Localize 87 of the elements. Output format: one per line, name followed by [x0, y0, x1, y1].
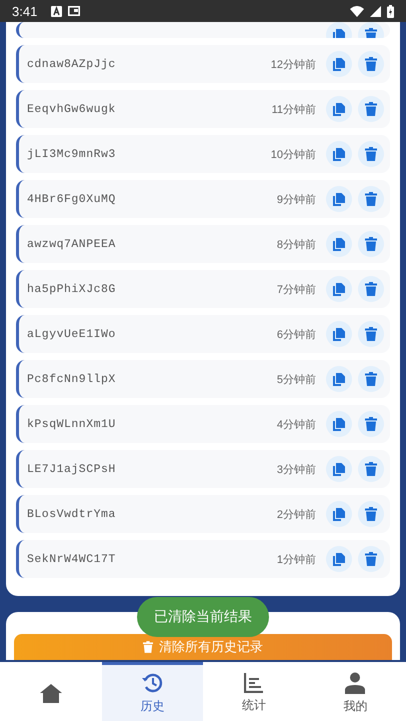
trash-icon [365, 57, 377, 71]
generated-code: cdnaw8AZpJjc [27, 58, 116, 70]
copy-button[interactable] [326, 51, 352, 77]
copy-button[interactable] [326, 366, 352, 392]
copy-icon [332, 372, 346, 386]
person-icon [345, 672, 366, 694]
generated-code: jLI3Mc9mnRw3 [27, 148, 116, 160]
copy-button[interactable] [326, 501, 352, 527]
trash-icon [143, 641, 153, 653]
timestamp: 6分钟前 [276, 328, 316, 342]
copy-button[interactable] [326, 141, 352, 167]
delete-button[interactable] [358, 411, 384, 437]
generated-code: aLgyvUeE1IWo [27, 328, 116, 340]
copy-button[interactable] [326, 456, 352, 482]
copy-button[interactable] [326, 546, 352, 572]
copy-icon [332, 462, 346, 476]
timestamp: 10分钟前 [270, 148, 316, 162]
trash-icon [365, 147, 377, 161]
copy-icon [332, 282, 346, 296]
timestamp: 9分钟前 [276, 192, 316, 206]
delete-button[interactable] [358, 96, 384, 122]
timestamp: 8分钟前 [276, 238, 316, 252]
trash-icon [365, 327, 377, 341]
generated-code: ha5pPhiXJc8G [27, 282, 116, 296]
delete-button[interactable] [358, 141, 384, 167]
notification-icon [51, 6, 62, 16]
generated-code: awzwq7ANPEEA [27, 238, 116, 250]
generated-code: SekNrW4WC17T [27, 552, 116, 566]
trash-icon [365, 192, 377, 206]
history-icon [141, 672, 164, 694]
timestamp: 1分钟前 [276, 552, 316, 566]
copy-button[interactable] [326, 411, 352, 437]
timestamp: 3分钟前 [276, 462, 316, 476]
timestamp: 5分钟前 [276, 372, 316, 386]
chart-icon [244, 672, 264, 692]
trash-icon [365, 282, 377, 296]
delete-button[interactable] [358, 276, 384, 302]
copy-icon [332, 28, 346, 38]
trash-icon [365, 102, 377, 116]
copy-icon [332, 552, 346, 566]
delete-button[interactable] [358, 51, 384, 77]
copy-icon [332, 506, 346, 522]
delete-button[interactable] [358, 456, 384, 482]
copy-button[interactable] [326, 276, 352, 302]
battery-icon [387, 4, 394, 18]
trash-icon [365, 552, 377, 566]
generated-code: LE7J1ajSCPsH [27, 462, 116, 476]
trash-icon [365, 462, 377, 476]
delete-button[interactable] [358, 231, 384, 257]
timestamp: 7分钟前 [276, 282, 316, 296]
timestamp: 12分钟前 [270, 58, 316, 72]
notification-icon [68, 6, 80, 16]
home-icon [40, 683, 62, 703]
trash-icon [365, 507, 377, 521]
timestamp: 2分钟前 [276, 508, 316, 522]
trash-icon [365, 372, 377, 386]
copy-button[interactable] [326, 231, 352, 257]
copy-icon [332, 102, 346, 116]
generated-code: Pc8fcNn9llpX [27, 372, 116, 386]
copy-icon [332, 416, 346, 432]
delete-button[interactable] [358, 546, 384, 572]
delete-button[interactable] [358, 366, 384, 392]
copy-icon [332, 236, 346, 252]
copy-button[interactable] [326, 96, 352, 122]
trash-icon [365, 237, 377, 251]
generated-code: 4HBr6Fg0XuMQ [27, 192, 116, 206]
copy-icon [332, 326, 346, 342]
nav-tab[interactable]: 历史 [102, 662, 203, 721]
wifi-icon [350, 6, 364, 16]
generated-code: kPsqWLnnXm1U [27, 418, 116, 430]
message-toast: 已清除当前结果 [137, 597, 269, 637]
signal-icon [370, 6, 381, 16]
delete-button[interactable] [358, 321, 384, 347]
copy-icon [332, 146, 346, 162]
delete-button[interactable] [358, 186, 384, 212]
copy-button[interactable] [326, 321, 352, 347]
copy-icon [332, 56, 346, 72]
trash-icon [365, 417, 377, 431]
copy-button[interactable] [326, 186, 352, 212]
generated-code: EeqvhGw6wugk [27, 102, 116, 116]
generated-code: BLosVwdtrYma [27, 508, 116, 520]
copy-icon [332, 192, 346, 206]
timestamp: 4分钟前 [276, 418, 316, 432]
timestamp: 11分钟前 [272, 102, 316, 116]
delete-button[interactable] [358, 501, 384, 527]
status-time: 3:41 [12, 4, 38, 18]
trash-icon [365, 28, 377, 38]
